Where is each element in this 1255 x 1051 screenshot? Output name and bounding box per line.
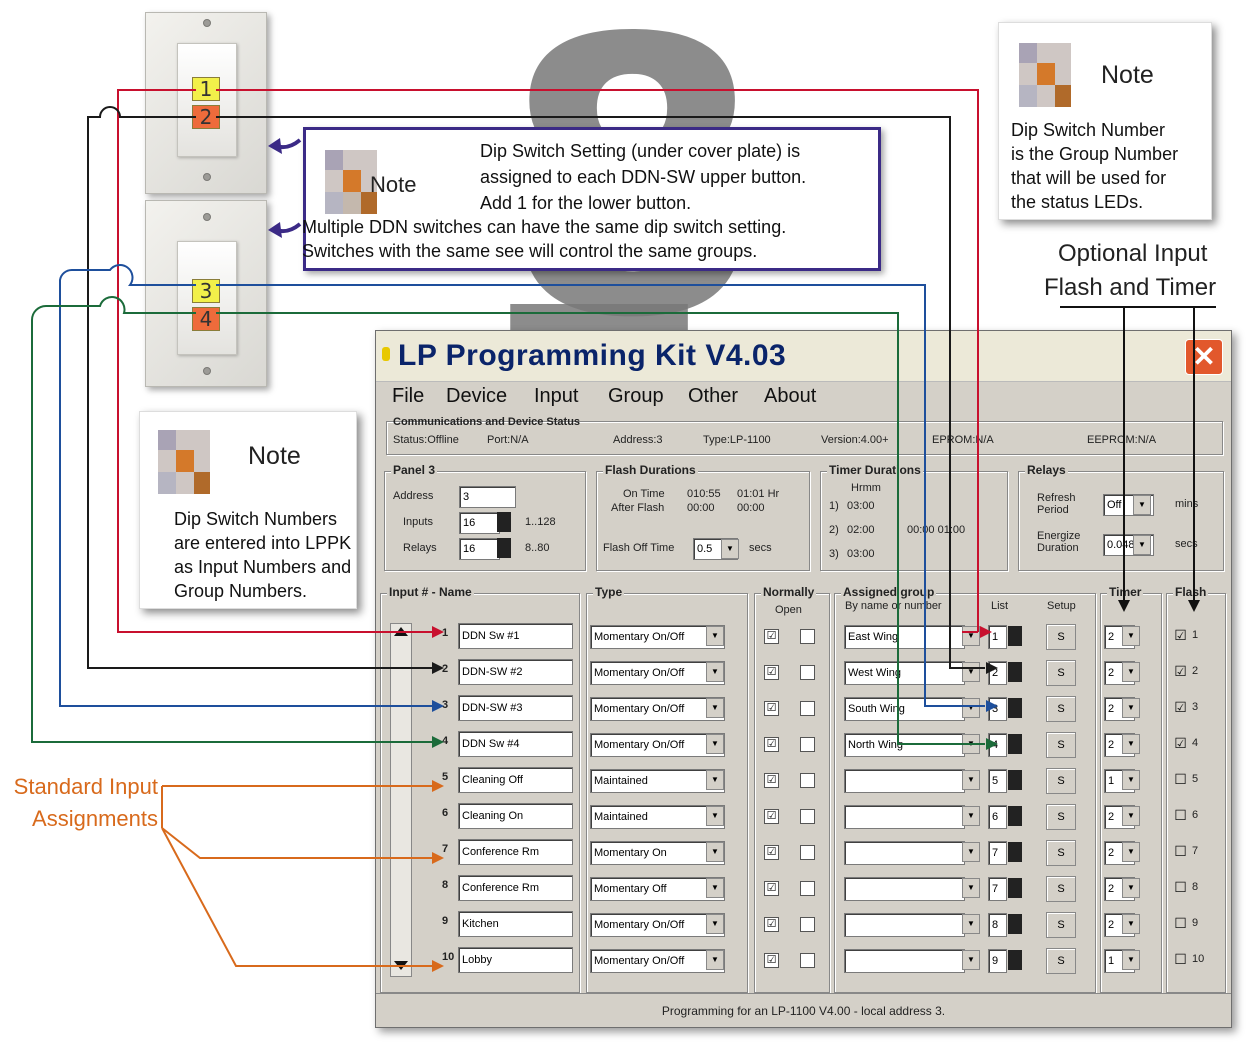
wire-black-switch-2 <box>216 116 985 669</box>
arrowhead-icon <box>980 626 992 638</box>
wire-green-switch-4 <box>216 312 985 745</box>
arrowhead-icon <box>1188 600 1200 612</box>
arrowhead-icon <box>986 700 998 712</box>
arrowhead-icon <box>432 960 444 972</box>
arrowhead-icon <box>268 222 282 238</box>
arrowhead-icon <box>432 780 444 792</box>
arrowhead-icon <box>432 662 444 674</box>
standard-pointer-10 <box>161 827 432 967</box>
arrowhead-icon <box>986 738 998 750</box>
arrowhead-icon <box>986 662 998 674</box>
arrowhead-icon <box>432 626 444 638</box>
wire-green-input-4 <box>31 296 432 743</box>
standard-pointer-7 <box>161 827 432 859</box>
arrowhead-icon <box>268 138 282 154</box>
wire-blue-input-3 <box>59 264 432 707</box>
wire-black-input-2 <box>87 106 432 669</box>
arrowhead-icon <box>432 852 444 864</box>
arrowhead-icon <box>432 700 444 712</box>
wire-red-switch-1 <box>216 89 979 632</box>
wire-blue-switch-3 <box>216 284 985 707</box>
wire-red-input-1 <box>117 89 432 633</box>
arrowhead-icon <box>432 736 444 748</box>
arrowhead-icon <box>1118 600 1130 612</box>
wiring-overlay <box>31 89 1200 972</box>
